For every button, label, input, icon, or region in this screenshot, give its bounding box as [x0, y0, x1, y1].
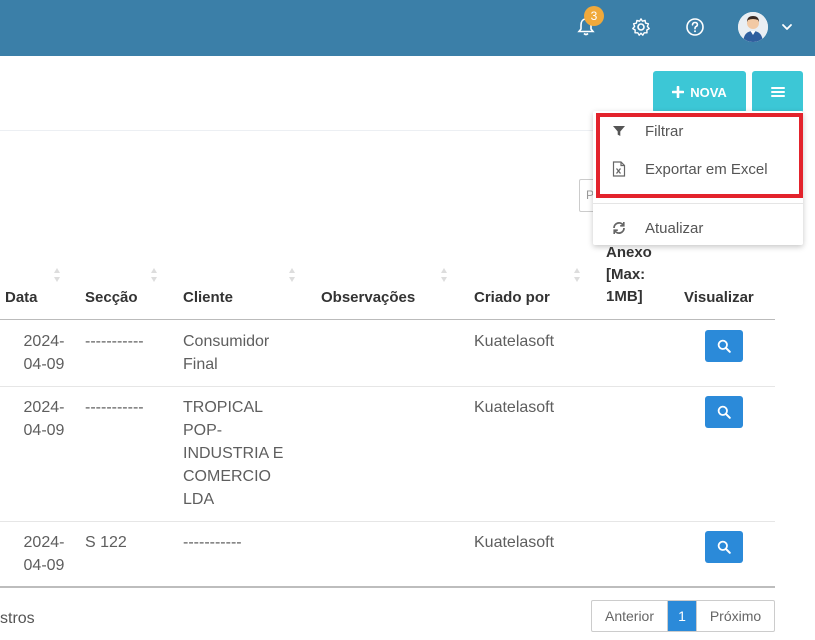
sort-icon	[441, 268, 447, 282]
cell-criado-por: Kuatelasoft	[474, 333, 555, 350]
column-header-criado-por[interactable]: Criado por	[474, 262, 586, 320]
menu-item-refresh[interactable]: Atualizar	[593, 212, 803, 244]
sort-icon	[289, 268, 295, 282]
pagination-next[interactable]: Próximo	[696, 601, 774, 631]
column-header-cliente[interactable]: Cliente	[183, 262, 301, 320]
menu-item-filter[interactable]: Filtrar	[593, 115, 803, 147]
column-header-anexo[interactable]: Anexo [Max: 1MB]	[606, 244, 666, 320]
search-icon	[717, 339, 731, 353]
cell-seccao: -----------	[85, 399, 144, 416]
menu-item-export-excel-label: Exportar em Excel	[645, 160, 768, 178]
cell-cliente: TROPICAL POP- INDUSTRIA E COMERCIO LDA	[183, 399, 284, 508]
records-count-text: stros	[0, 610, 35, 627]
column-header-visualizar: Visualizar	[684, 289, 754, 306]
cell-cliente: -----------	[183, 534, 242, 551]
pagination-previous[interactable]: Anterior	[592, 601, 668, 631]
actions-dropdown-menu: Filtrar Exportar em Excel Atualizar	[593, 111, 803, 245]
pagination-page-1[interactable]: 1	[668, 601, 696, 631]
view-button[interactable]	[705, 396, 743, 428]
top-navbar: 3	[0, 0, 815, 56]
column-header-observacoes[interactable]: Observações	[321, 262, 451, 320]
menu-divider	[593, 203, 803, 204]
row-divider	[0, 521, 775, 522]
cell-cliente: Consumidor Final	[183, 333, 270, 373]
cell-criado-por: Kuatelasoft	[474, 534, 555, 551]
sort-icon	[574, 268, 580, 282]
menu-item-filter-label: Filtrar	[645, 122, 684, 140]
excel-icon	[611, 161, 627, 177]
chevron-down-icon[interactable]	[779, 19, 795, 35]
table-bottom-border	[0, 586, 775, 588]
new-button[interactable]: NOVA	[653, 71, 746, 113]
menu-item-refresh-label: Atualizar	[645, 219, 704, 237]
sort-icon	[151, 268, 157, 282]
table-header-divider	[0, 319, 775, 320]
hamburger-icon	[770, 86, 785, 98]
notification-badge: 3	[584, 6, 604, 26]
view-button[interactable]	[705, 330, 743, 362]
pagination: Anterior 1 Próximo	[591, 600, 775, 632]
view-button[interactable]	[705, 531, 743, 563]
filter-icon	[611, 123, 627, 139]
search-icon	[717, 540, 731, 554]
menu-button[interactable]	[752, 71, 803, 113]
avatar[interactable]	[738, 12, 768, 42]
plus-icon	[672, 86, 685, 98]
cell-data: 2024- 04-09	[23, 534, 65, 574]
column-header-seccao[interactable]: Secção	[85, 262, 163, 320]
row-divider	[0, 386, 775, 387]
cell-seccao: S 122	[85, 534, 127, 551]
sort-icon	[54, 268, 60, 282]
cell-criado-por: Kuatelasoft	[474, 399, 555, 416]
cell-data: 2024- 04-09	[23, 399, 65, 439]
cell-seccao: -----------	[85, 333, 144, 350]
new-button-label: NOVA	[690, 84, 727, 100]
cell-data: 2024- 04-09	[23, 333, 65, 373]
search-icon	[717, 405, 731, 419]
menu-item-export-excel[interactable]: Exportar em Excel	[593, 153, 803, 185]
refresh-icon	[611, 220, 627, 236]
help-icon[interactable]	[682, 14, 708, 40]
gear-icon[interactable]	[628, 14, 654, 40]
column-header-data[interactable]: Data	[5, 262, 65, 320]
